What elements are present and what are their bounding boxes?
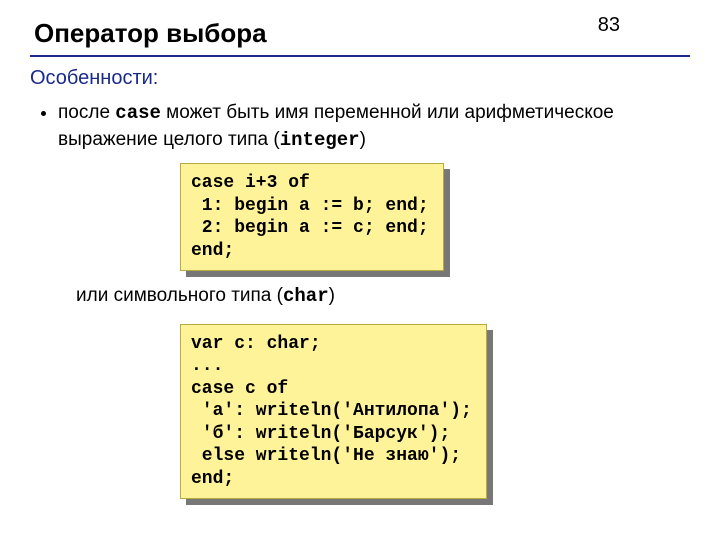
text-fragment: или символьного типа ( <box>76 285 283 306</box>
code-row-1: case i+3 of 1: begin a := b; end; 2: beg… <box>30 157 690 277</box>
page-number: 83 <box>598 14 620 37</box>
code-block-1-wrap: case i+3 of 1: begin a := b; end; 2: beg… <box>180 163 444 271</box>
keyword-case: case <box>115 102 161 124</box>
code-block-2-wrap: var c: char; ... case c of 'а': writeln(… <box>180 324 487 500</box>
text-fragment: после <box>58 102 115 123</box>
keyword-char: char <box>283 285 329 307</box>
title-rule <box>30 55 690 57</box>
keyword-integer: integer <box>280 129 360 151</box>
line-char-type: или символьного типа (char) <box>76 283 690 310</box>
code-block-1: case i+3 of 1: begin a := b; end; 2: beg… <box>180 163 444 271</box>
slide: 83 Оператор выбора Особенности: после ca… <box>0 0 720 540</box>
text-fragment: ) <box>329 285 335 306</box>
bullet-item: после case может быть имя переменной или… <box>58 100 690 153</box>
body-content: после case может быть имя переменной или… <box>30 100 690 505</box>
code-row-2: var c: char; ... case c of 'а': writeln(… <box>30 310 690 506</box>
code-block-2: var c: char; ... case c of 'а': writeln(… <box>180 324 487 500</box>
text-fragment: ) <box>360 129 366 150</box>
bullet-list: после case может быть имя переменной или… <box>58 100 690 153</box>
page-title: Оператор выбора <box>34 18 690 49</box>
subheading: Особенности: <box>30 67 690 90</box>
